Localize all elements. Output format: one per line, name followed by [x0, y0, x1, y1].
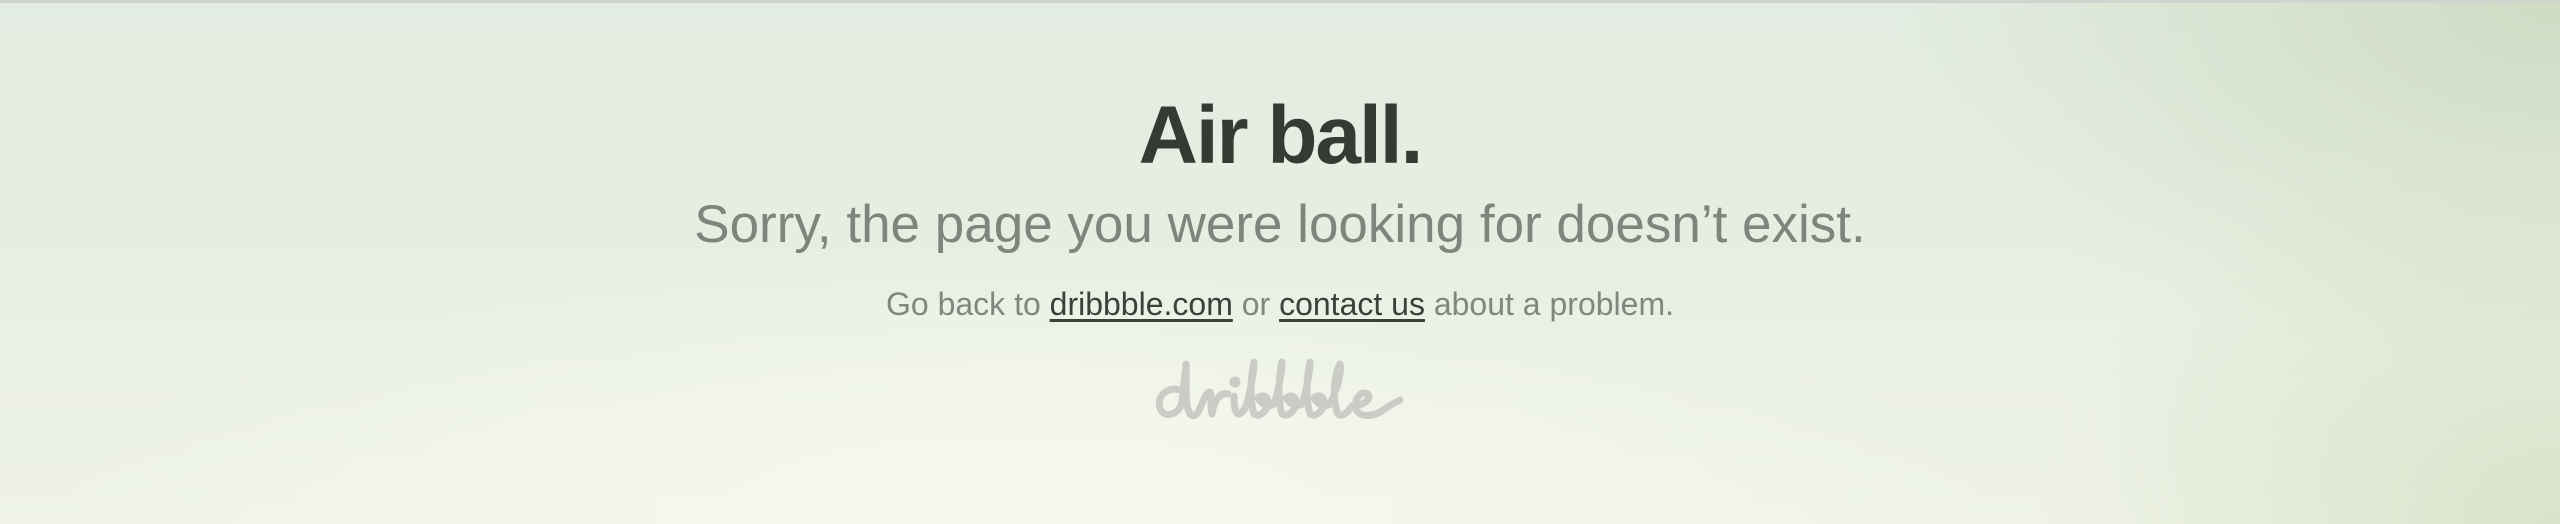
dribbble-logo[interactable] [1150, 352, 1410, 426]
home-link[interactable]: dribbble.com [1050, 286, 1233, 322]
contact-link[interactable]: contact us [1279, 286, 1425, 322]
error-message: Sorry, the page you were looking for doe… [694, 195, 1866, 254]
dribbble-logo-mark [1155, 358, 1404, 420]
help-suffix: about a problem. [1424, 286, 1674, 322]
help-middle: or [1232, 286, 1280, 322]
help-text: Go back to dribbble.com or contact us ab… [0, 284, 2560, 324]
top-border [0, 0, 2560, 3]
page-title: Air ball. [1138, 90, 1424, 181]
help-prefix: Go back to [886, 286, 1050, 322]
